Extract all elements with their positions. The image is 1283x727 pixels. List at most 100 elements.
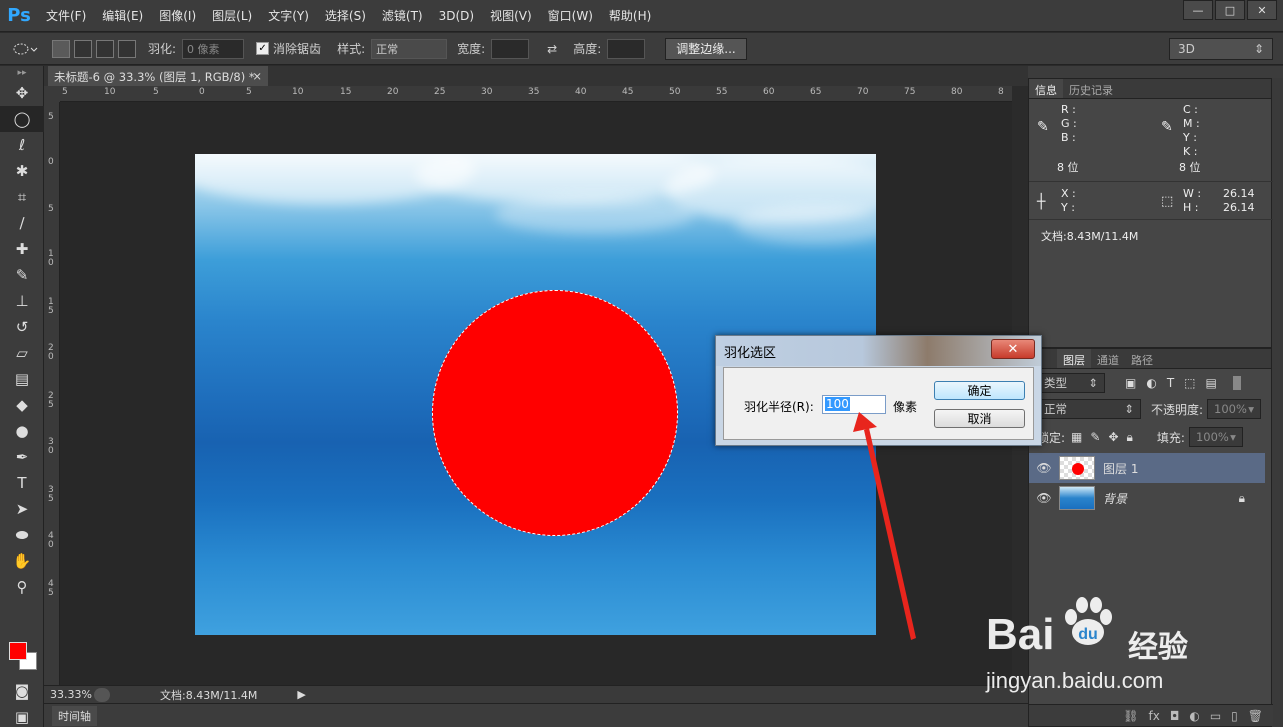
ellipse-marquee-tool-icon[interactable]: ◯ xyxy=(0,106,44,132)
tool-preset-picker[interactable] xyxy=(0,36,50,62)
new-selection-mode[interactable] xyxy=(52,39,70,58)
ok-button[interactable]: 确定 xyxy=(934,381,1025,400)
status-menu-arrow-icon[interactable]: ▶ xyxy=(297,688,305,701)
blur-tool-icon[interactable]: ◆ xyxy=(0,392,44,418)
opacity-input[interactable]: 100% ▾ xyxy=(1207,399,1262,419)
history-brush-tool-icon[interactable]: ↺ xyxy=(0,314,44,340)
menu-file[interactable]: 文件(F) xyxy=(38,7,94,24)
foreground-color-swatch[interactable] xyxy=(9,642,27,660)
feather-input[interactable]: 0 像素 xyxy=(182,38,245,59)
lasso-tool-icon[interactable]: ℓ xyxy=(0,132,44,158)
menu-type[interactable]: 文字(Y) xyxy=(260,7,317,24)
eyedropper-tool-icon[interactable]: ∕ xyxy=(0,210,44,236)
lock-transparent-icon[interactable]: ▦ xyxy=(1071,430,1082,444)
menu-image[interactable]: 图像(I) xyxy=(151,7,204,24)
adjustment-layer-icon[interactable]: ◐ xyxy=(1189,709,1199,723)
lock-position-icon[interactable]: ✥ xyxy=(1108,430,1118,444)
type-tool-icon[interactable]: T xyxy=(0,470,44,496)
new-group-icon[interactable]: ▭ xyxy=(1210,709,1221,723)
add-selection-mode[interactable] xyxy=(74,39,92,58)
workspace-select[interactable]: 3D ⇕ xyxy=(1169,38,1273,60)
zoom-level[interactable]: 33.33% xyxy=(50,688,94,701)
collapse-toolbar-icon[interactable]: ▸▸ xyxy=(0,66,44,80)
maximize-button[interactable]: □ xyxy=(1215,0,1245,20)
subtract-selection-mode[interactable] xyxy=(96,39,114,58)
eye-icon[interactable]: 👁︎ xyxy=(1029,461,1059,475)
pen-tool-icon[interactable]: ✒ xyxy=(0,444,44,470)
menu-window[interactable]: 窗口(W) xyxy=(540,7,601,24)
menu-edit[interactable]: 编辑(E) xyxy=(94,7,151,24)
crop-tool-icon[interactable]: ⌗ xyxy=(0,184,44,210)
layer-thumbnail xyxy=(1059,486,1095,510)
link-layers-icon[interactable]: ⛓︎ xyxy=(1123,709,1138,723)
new-layer-icon[interactable]: ▯ xyxy=(1231,709,1238,723)
layer-row[interactable]: 👁︎ 背景 🔒︎ xyxy=(1029,483,1265,513)
eraser-tool-icon[interactable]: ▱ xyxy=(0,340,44,366)
divider xyxy=(1029,219,1273,220)
screen-mode-icon[interactable]: ▣ xyxy=(0,704,44,727)
tab-channels[interactable]: 通道 xyxy=(1091,349,1125,368)
antialias-checkbox[interactable]: ✓ xyxy=(256,42,270,55)
clone-stamp-tool-icon[interactable]: ⊥ xyxy=(0,288,44,314)
move-tool-icon[interactable]: ✥ xyxy=(0,80,44,106)
filter-pixel-icon[interactable]: ▣ xyxy=(1125,376,1136,390)
ellipse-shape-tool-icon[interactable]: ⬬ xyxy=(0,522,44,548)
healing-brush-tool-icon[interactable]: ✚ xyxy=(0,236,44,262)
close-button[interactable]: ✕ xyxy=(1247,0,1277,20)
refine-edge-button[interactable]: 调整边缘... xyxy=(665,37,747,60)
menu-3d[interactable]: 3D(D) xyxy=(431,9,482,23)
magic-wand-tool-icon[interactable]: ✱ xyxy=(0,158,44,184)
menu-select[interactable]: 选择(S) xyxy=(317,7,374,24)
quick-mask-icon[interactable]: ◙ xyxy=(0,678,44,704)
tab-paths[interactable]: 路径 xyxy=(1125,349,1159,368)
layer-style-icon[interactable]: fx xyxy=(1149,709,1160,723)
filter-smart-object-icon[interactable]: ▤ xyxy=(1206,376,1217,390)
filter-shape-icon[interactable]: ⬚ xyxy=(1184,376,1195,390)
cancel-button[interactable]: 取消 xyxy=(934,409,1025,428)
tab-info[interactable]: 信息 xyxy=(1029,79,1063,98)
lock-all-icon[interactable]: 🔒︎ xyxy=(1127,430,1133,445)
brush-tool-icon[interactable]: ✎ xyxy=(0,262,44,288)
tab-history[interactable]: 历史记录 xyxy=(1063,79,1119,98)
layer-name[interactable]: 图层 1 xyxy=(1103,460,1138,477)
panel-scrollbar[interactable] xyxy=(1272,78,1283,727)
filter-adjustment-icon[interactable]: ◐ xyxy=(1146,376,1156,390)
close-tab-icon[interactable]: × xyxy=(252,69,262,83)
swap-icon[interactable]: ⇄ xyxy=(547,42,557,56)
menu-help[interactable]: 帮助(H) xyxy=(601,7,659,24)
timeline-tab[interactable]: 时间轴 xyxy=(52,705,97,726)
gradient-tool-icon[interactable]: ▤ xyxy=(0,366,44,392)
minimize-button[interactable]: — xyxy=(1183,0,1213,20)
chevron-updown-icon: ⇕ xyxy=(1088,376,1098,390)
menu-filter[interactable]: 滤镜(T) xyxy=(374,7,431,24)
hand-tool-icon[interactable]: ✋ xyxy=(0,548,44,574)
intersect-selection-mode[interactable] xyxy=(118,39,136,58)
style-select[interactable]: 正常 xyxy=(371,38,448,59)
menu-view[interactable]: 视图(V) xyxy=(482,7,540,24)
info-k-label: K : xyxy=(1183,145,1198,158)
menu-layer[interactable]: 图层(L) xyxy=(204,7,260,24)
svg-text:du: du xyxy=(1078,626,1098,643)
status-info-icon[interactable] xyxy=(94,687,110,702)
lock-image-icon[interactable]: ✎ xyxy=(1090,430,1100,444)
eye-icon[interactable]: 👁︎ xyxy=(1029,491,1059,505)
add-mask-icon[interactable]: ◘ xyxy=(1170,709,1180,723)
height-input[interactable] xyxy=(607,38,646,59)
ruler-v-label: 1 5 xyxy=(48,297,54,316)
fill-input[interactable]: 100% ▾ xyxy=(1188,427,1243,447)
layer-name[interactable]: 背景 xyxy=(1103,490,1127,507)
document-tab[interactable]: 未标题-6 @ 33.3% (图层 1, RGB/8) * × xyxy=(48,66,268,86)
feather-radius-input[interactable]: 100 xyxy=(822,395,886,414)
filter-toggle[interactable] xyxy=(1232,376,1241,390)
layer-filter-select[interactable]: 类型 ⇕ xyxy=(1037,373,1105,393)
zoom-tool-icon[interactable]: ⚲ xyxy=(0,574,44,600)
filter-type-icon[interactable]: T xyxy=(1167,376,1174,390)
path-selection-tool-icon[interactable]: ➤ xyxy=(0,496,44,522)
layer-row[interactable]: 👁︎ 图层 1 xyxy=(1029,453,1265,483)
width-input[interactable] xyxy=(491,38,530,59)
dodge-tool-icon[interactable]: ● xyxy=(0,418,44,444)
delete-layer-icon[interactable]: 🗑︎ xyxy=(1248,709,1263,723)
dialog-close-button[interactable]: ✕ xyxy=(991,339,1035,359)
tab-layers[interactable]: 图层 xyxy=(1057,349,1091,368)
blend-mode-select[interactable]: 正常 ⇕ xyxy=(1037,399,1141,419)
